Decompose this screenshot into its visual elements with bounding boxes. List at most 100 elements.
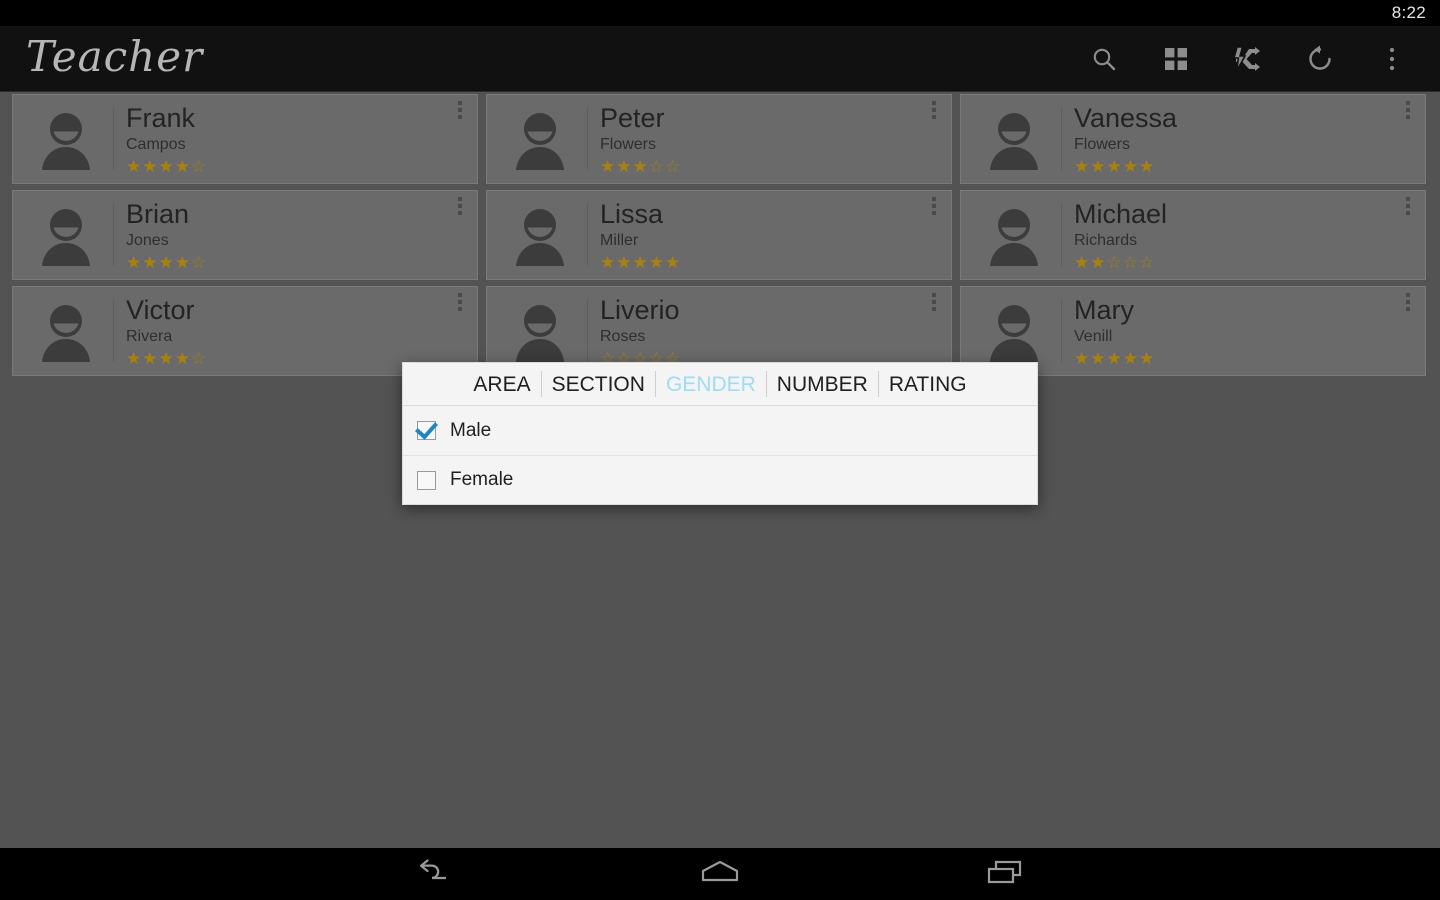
grid-view-button[interactable]	[1140, 26, 1212, 92]
person-card[interactable]: Vanessa Flowers ★★★★★	[960, 94, 1426, 184]
card-divider	[587, 108, 588, 170]
filter-dialog: AREA SECTION GENDER NUMBER RATING Male Female	[402, 362, 1038, 505]
option-row-male[interactable]: Male	[403, 406, 1037, 455]
home-icon	[699, 859, 741, 890]
person-info: Victor Rivera ★★★★☆	[126, 294, 207, 368]
search-button[interactable]	[1068, 26, 1140, 92]
person-card[interactable]: Michael Richards ★★☆☆☆	[960, 190, 1426, 280]
refresh-button[interactable]	[1284, 26, 1356, 92]
card-divider	[1061, 108, 1062, 170]
person-first-name: Victor	[126, 295, 195, 326]
shuffle-bolt-icon	[1233, 45, 1263, 72]
card-overflow-menu-icon[interactable]	[927, 293, 941, 311]
avatar-icon	[983, 300, 1045, 362]
checkbox-male[interactable]	[417, 421, 436, 440]
person-card[interactable]: Frank Campos ★★★★☆	[12, 94, 478, 184]
avatar-icon	[509, 300, 571, 362]
person-first-name: Vanessa	[1074, 103, 1178, 134]
person-info: Lissa Miller ★★★★★	[600, 198, 681, 272]
tab-area[interactable]: AREA	[463, 374, 540, 395]
person-last-name: Campos	[126, 136, 186, 154]
card-overflow-menu-icon[interactable]	[1401, 293, 1415, 311]
person-last-name: Jones	[126, 232, 169, 250]
option-row-female[interactable]: Female	[403, 455, 1037, 504]
recents-icon	[986, 859, 1024, 890]
option-label: Female	[450, 469, 514, 490]
person-first-name: Frank	[126, 103, 196, 134]
tab-rating[interactable]: RATING	[879, 374, 977, 395]
rating-stars: ★★★★★	[600, 252, 682, 273]
card-divider	[1061, 204, 1062, 266]
card-overflow-menu-icon[interactable]	[453, 101, 467, 119]
action-bar: Teacher	[0, 26, 1440, 92]
person-first-name: Mary	[1074, 295, 1134, 326]
person-card[interactable]: Peter Flowers ★★★☆☆	[486, 94, 952, 184]
person-info: Mary Venill ★★★★★	[1074, 294, 1155, 368]
card-divider	[113, 108, 114, 170]
person-last-name: Richards	[1074, 232, 1138, 250]
person-info: Michael Richards ★★☆☆☆	[1074, 198, 1167, 272]
avatar-icon	[983, 108, 1045, 170]
rating-stars: ★★☆☆☆	[1074, 252, 1156, 273]
avatar-icon	[35, 300, 97, 362]
card-divider	[587, 300, 588, 362]
avatar-icon	[983, 204, 1045, 266]
person-first-name: Peter	[600, 103, 665, 134]
nav-home-button[interactable]	[685, 848, 755, 900]
rating-stars: ★★★★☆	[126, 156, 208, 177]
person-first-name: Lissa	[600, 199, 664, 230]
refresh-icon	[1306, 45, 1334, 73]
grid-icon	[1164, 47, 1188, 71]
person-card[interactable]: Brian Jones ★★★★☆	[12, 190, 478, 280]
status-bar: 8:22	[0, 0, 1440, 26]
avatar-icon	[509, 108, 571, 170]
search-icon	[1091, 46, 1117, 72]
tab-section[interactable]: SECTION	[542, 374, 655, 395]
person-last-name: Venill	[1074, 328, 1113, 346]
action-bar-icons	[1068, 26, 1440, 92]
person-info: Brian Jones ★★★★☆	[126, 198, 207, 272]
nav-recents-button[interactable]	[970, 848, 1040, 900]
person-info: Frank Campos ★★★★☆	[126, 102, 207, 176]
card-overflow-menu-icon[interactable]	[1401, 197, 1415, 215]
rating-stars: ★★★★★	[1074, 156, 1156, 177]
tab-gender[interactable]: GENDER	[656, 374, 766, 395]
person-last-name: Flowers	[600, 136, 657, 154]
filter-dialog-tabs: AREA SECTION GENDER NUMBER RATING	[403, 363, 1037, 406]
avatar-icon	[35, 204, 97, 266]
person-last-name: Flowers	[1074, 136, 1131, 154]
checkbox-female[interactable]	[417, 470, 436, 490]
person-info: Vanessa Flowers ★★★★★	[1074, 102, 1177, 176]
card-divider	[587, 204, 588, 266]
overflow-menu-button[interactable]	[1356, 26, 1428, 92]
rating-stars: ★★★★★	[1074, 348, 1156, 369]
card-overflow-menu-icon[interactable]	[453, 293, 467, 311]
back-icon	[416, 858, 454, 890]
android-screen: 8:22 Teacher Frank Campos ★★★★☆ Peter Fl…	[0, 0, 1440, 900]
avatar-icon	[35, 108, 97, 170]
card-overflow-menu-icon[interactable]	[453, 197, 467, 215]
person-last-name: Rivera	[126, 328, 173, 346]
card-divider	[113, 300, 114, 362]
tab-number[interactable]: NUMBER	[767, 374, 878, 395]
person-card-grid: Frank Campos ★★★★☆ Peter Flowers ★★★☆☆ Vanessa…	[12, 94, 1428, 376]
filter-dialog-options: Male Female	[403, 406, 1037, 504]
person-first-name: Michael	[1074, 199, 1168, 230]
person-card[interactable]: Lissa Miller ★★★★★	[486, 190, 952, 280]
person-last-name: Miller	[600, 232, 639, 250]
card-divider	[113, 204, 114, 266]
card-overflow-menu-icon[interactable]	[1401, 101, 1415, 119]
rating-stars: ★★★★☆	[126, 252, 208, 273]
card-overflow-menu-icon[interactable]	[927, 101, 941, 119]
person-first-name: Liverio	[600, 295, 680, 326]
shuffle-button[interactable]	[1212, 26, 1284, 92]
person-info: Liverio Roses ☆☆☆☆☆	[600, 294, 681, 368]
rating-stars: ★★★★☆	[126, 348, 208, 369]
avatar-icon	[509, 204, 571, 266]
person-last-name: Roses	[600, 328, 646, 346]
person-info: Peter Flowers ★★★☆☆	[600, 102, 681, 176]
rating-stars: ★★★☆☆	[600, 156, 682, 177]
card-overflow-menu-icon[interactable]	[927, 197, 941, 215]
nav-back-button[interactable]	[400, 848, 470, 900]
system-navigation-bar	[0, 848, 1440, 900]
